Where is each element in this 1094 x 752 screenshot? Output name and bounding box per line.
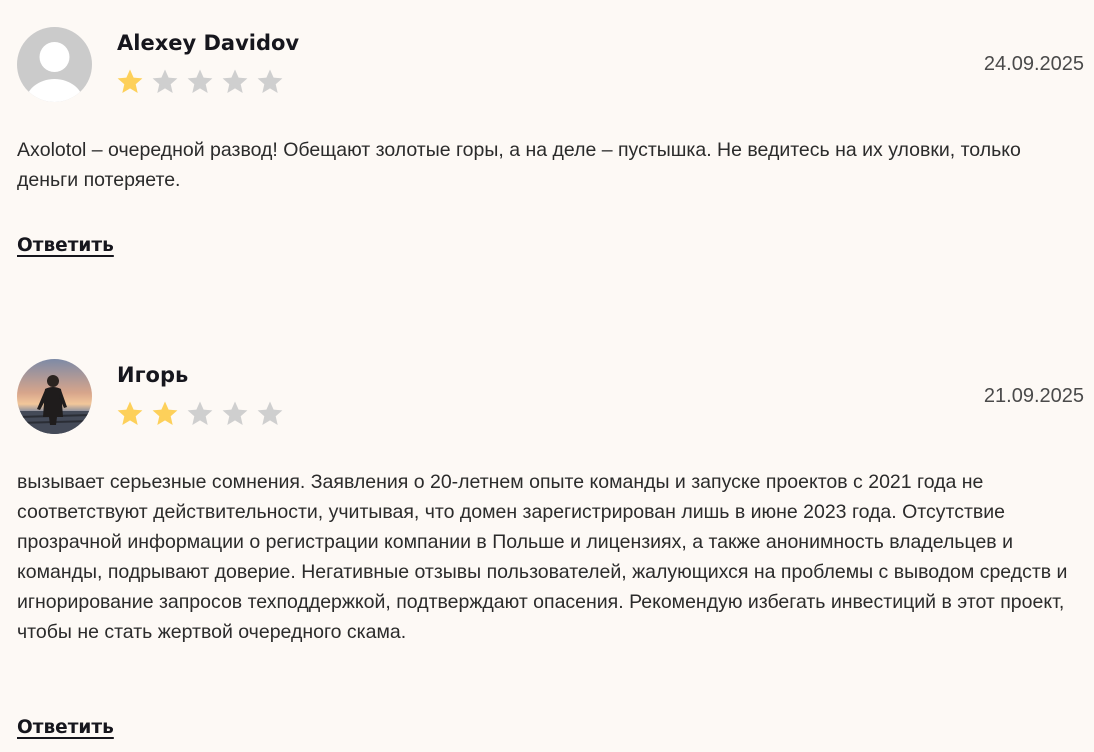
star-empty-icon (151, 68, 179, 95)
star-empty-icon (256, 400, 284, 427)
star-empty-icon (186, 68, 214, 95)
user-photo-avatar-icon (17, 359, 92, 434)
rating-stars (116, 400, 284, 427)
star-filled-icon (116, 400, 144, 427)
review-author: Игорь (117, 363, 189, 387)
star-empty-icon (221, 68, 249, 95)
star-filled-icon (151, 400, 179, 427)
review-text: Axolotol – очередной развод! Обещают зол… (17, 139, 1021, 191)
star-empty-icon (256, 68, 284, 95)
review-author: Alexey Davidov (117, 31, 300, 55)
star-empty-icon (221, 400, 249, 427)
reply-link[interactable]: Ответить (17, 235, 114, 256)
avatar (17, 27, 92, 102)
star-empty-icon (186, 400, 214, 427)
reply-link[interactable]: Ответить (17, 717, 114, 738)
default-user-avatar-icon (17, 27, 92, 102)
rating-stars (116, 68, 284, 95)
avatar (17, 359, 92, 434)
review-date: 21.09.2025 (983, 385, 1084, 407)
star-filled-icon (116, 68, 144, 95)
review-text: вызывает серьезные сомнения. Заявления о… (17, 471, 1068, 643)
review-date: 24.09.2025 (983, 53, 1084, 75)
